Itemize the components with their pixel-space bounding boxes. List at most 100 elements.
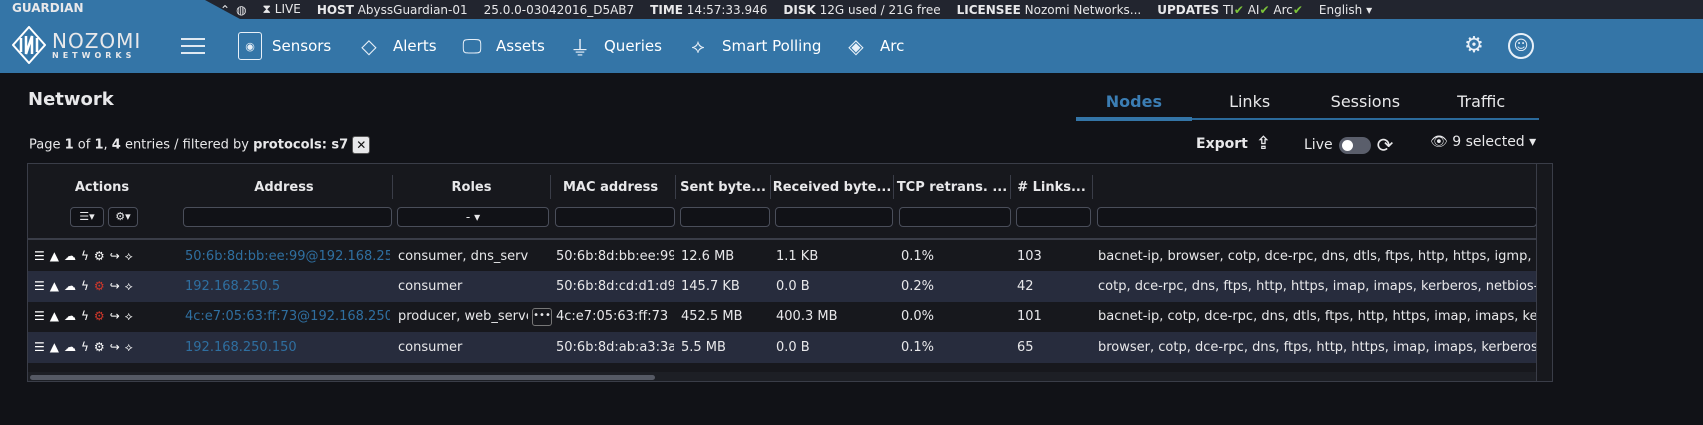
collapse-icon[interactable]: ⌃ bbox=[220, 3, 230, 17]
cloud-icon[interactable]: ☁ bbox=[64, 309, 76, 324]
table-row[interactable]: ☰▲☁ϟ⚙↪⟡ 50:6b:8d:bb:ee:99@192.168.250.0 … bbox=[28, 241, 1536, 272]
actions-settings-button[interactable]: ⚙▾ bbox=[108, 207, 138, 227]
address-link[interactable]: 192.168.250.150 bbox=[185, 340, 390, 355]
alert-icon[interactable]: ▲ bbox=[50, 249, 59, 264]
details-icon[interactable]: ☰ bbox=[34, 249, 45, 264]
clear-filter-button[interactable]: ✕ bbox=[352, 136, 371, 154]
gear-icon[interactable]: ⚙ bbox=[94, 279, 105, 294]
col-roles[interactable]: Roles bbox=[393, 175, 551, 199]
col-tcp[interactable]: TCP retrans. ... bbox=[894, 175, 1011, 199]
nav-smart-polling[interactable]: ⟡ Smart Polling bbox=[684, 31, 821, 61]
address-link[interactable]: 50:6b:8d:bb:ee:99@192.168.250.0 bbox=[185, 249, 390, 264]
tab-traffic[interactable]: Traffic bbox=[1423, 84, 1539, 118]
cloud-icon[interactable]: ☁ bbox=[64, 249, 76, 264]
tcp-cell: 0.0% bbox=[901, 309, 935, 324]
nav-sensors[interactable]: ◉ Sensors bbox=[238, 31, 331, 61]
row-actions: ☰ ▲ ☁ ϟ ⚙ ↪ ⟡ bbox=[34, 340, 133, 355]
links-cell: 42 bbox=[1017, 279, 1034, 294]
protocols-cell: bacnet-ip, cotp, dce-rpc, dns, dtls, ftp… bbox=[1098, 309, 1536, 324]
address-link[interactable]: 192.168.250.5 bbox=[185, 279, 390, 294]
links-cell: 65 bbox=[1017, 340, 1034, 355]
details-icon[interactable]: ☰ bbox=[34, 309, 45, 324]
cloud-icon[interactable]: ☁ bbox=[64, 279, 76, 294]
logo[interactable]: NOZOMI NETWORKS bbox=[12, 26, 141, 64]
roles-cell: consumer bbox=[398, 279, 463, 294]
address-filter-input[interactable] bbox=[183, 207, 392, 227]
smart-polling-icon[interactable]: ⟡ bbox=[125, 309, 133, 324]
more-roles-button[interactable]: ••• bbox=[532, 307, 552, 326]
lightning-icon[interactable]: ϟ bbox=[81, 340, 89, 355]
col-address[interactable]: Address bbox=[176, 175, 393, 199]
received-filter-input[interactable] bbox=[775, 207, 893, 227]
disk-info: DISK 12G used / 21G free bbox=[783, 2, 941, 17]
tab-nodes[interactable]: Nodes bbox=[1076, 84, 1192, 121]
share-icon[interactable]: ↪ bbox=[110, 279, 120, 294]
table-row[interactable]: ☰ ▲ ☁ ϟ ⚙ ↪ ⟡ 4c:e7:05:63:ff:73@192.168.250.0 … bbox=[28, 301, 1536, 332]
main-nav: NOZOMI NETWORKS ◉ Sensors ◇ Alerts 🖵 Assets … bbox=[0, 19, 1703, 73]
roles-cell: consumer bbox=[398, 340, 463, 355]
tcp-filter-input[interactable] bbox=[899, 207, 1011, 227]
mac-filter-input[interactable] bbox=[555, 207, 675, 227]
vertical-scrollbar[interactable] bbox=[1536, 164, 1552, 381]
check-icon: ✔ bbox=[1259, 2, 1270, 17]
lightning-icon[interactable]: ϟ bbox=[81, 309, 89, 324]
table-row[interactable]: ☰ ▲ ☁ ϟ ⚙ ↪ ⟡ 192.168.250.5 consumer 50:6b:8d:… bbox=[28, 271, 1536, 302]
col-sent[interactable]: Sent byte... bbox=[676, 175, 771, 199]
details-icon[interactable]: ☰ bbox=[34, 279, 45, 294]
mac-cell: 50:6b:8d:ab:a3:3a bbox=[556, 340, 674, 355]
horizontal-scrollbar[interactable] bbox=[28, 372, 1536, 381]
refresh-icon[interactable]: ⟳ bbox=[1377, 133, 1394, 157]
details-icon[interactable]: ☰ bbox=[34, 340, 45, 355]
share-icon[interactable]: ↪ bbox=[110, 309, 120, 324]
alert-icon[interactable]: ▲ bbox=[50, 340, 59, 355]
top-status-bar: GUARDIAN ⌃ ◍ ⧗ LIVE HOST AbyssGuardian-0… bbox=[0, 0, 1703, 19]
col-mac[interactable]: MAC address bbox=[551, 175, 676, 199]
settings-icon[interactable]: ⚙ bbox=[1461, 33, 1487, 59]
alert-icon[interactable]: ▲ bbox=[50, 309, 59, 324]
scrollbar-thumb[interactable] bbox=[30, 375, 655, 380]
protocols-filter-input[interactable] bbox=[1097, 207, 1537, 227]
roles-cell: consumer, dns_server bbox=[398, 249, 528, 264]
actions-filter-button[interactable]: ☰▾ bbox=[70, 207, 104, 227]
gear-icon[interactable]: ⚙ bbox=[94, 249, 105, 264]
menu-icon[interactable] bbox=[181, 38, 205, 54]
lightning-icon[interactable]: ϟ bbox=[81, 279, 89, 294]
gear-icon[interactable]: ⚙ bbox=[94, 340, 105, 355]
sent-cell: 452.5 MB bbox=[681, 309, 743, 324]
tcp-cell: 0.1% bbox=[901, 340, 935, 355]
gear-icon[interactable]: ⚙ bbox=[94, 309, 105, 324]
col-actions: Actions bbox=[74, 179, 130, 195]
logo-text: NOZOMI bbox=[52, 28, 142, 53]
address-link[interactable]: 4c:e7:05:63:ff:73@192.168.250.0 bbox=[185, 309, 390, 324]
share-icon[interactable]: ↪ bbox=[110, 340, 120, 355]
nozomi-logo-icon bbox=[12, 26, 46, 64]
row-actions: ☰ ▲ ☁ ϟ ⚙ ↪ ⟡ bbox=[34, 309, 133, 324]
live-toggle[interactable] bbox=[1338, 136, 1371, 154]
sent-filter-input[interactable] bbox=[680, 207, 770, 227]
alert-icon[interactable]: ▲ bbox=[50, 279, 59, 294]
sent-cell: 12.6 MB bbox=[681, 249, 735, 264]
table-row[interactable]: ☰ ▲ ☁ ϟ ⚙ ↪ ⟡ 192.168.250.150 consumer 50:6b:8… bbox=[28, 332, 1536, 363]
smart-polling-icon[interactable]: ⟡ bbox=[125, 340, 133, 355]
col-received[interactable]: Received byte... bbox=[771, 175, 894, 199]
roles-cell: producer, web_serve bbox=[398, 309, 528, 324]
smart-polling-icon[interactable]: ⟡ bbox=[125, 249, 133, 264]
lightning-icon[interactable]: ϟ bbox=[81, 249, 89, 264]
export-button[interactable]: Export ⇪ bbox=[1196, 133, 1271, 154]
columns-selector[interactable]: 👁 9 selected ▾ bbox=[1430, 134, 1536, 150]
tab-links[interactable]: Links bbox=[1192, 84, 1308, 118]
cloud-icon[interactable]: ☁ bbox=[64, 340, 76, 355]
nav-arc[interactable]: ◈ Arc bbox=[842, 31, 904, 61]
col-links[interactable]: # Links... bbox=[1011, 175, 1093, 199]
links-filter-input[interactable] bbox=[1016, 207, 1091, 227]
nav-alerts[interactable]: ◇ Alerts bbox=[355, 31, 436, 61]
nav-queries[interactable]: ⏚ Queries bbox=[566, 31, 662, 61]
user-icon[interactable]: ☺ bbox=[1508, 33, 1534, 59]
language-select[interactable]: English ▾ bbox=[1319, 3, 1372, 17]
smart-polling-icon[interactable]: ⟡ bbox=[125, 279, 133, 294]
nav-assets[interactable]: 🖵 Assets bbox=[458, 31, 544, 61]
tab-sessions[interactable]: Sessions bbox=[1308, 84, 1424, 118]
roles-filter-select[interactable]: - ▾ bbox=[397, 207, 549, 227]
hide-icon[interactable]: ◍ bbox=[236, 3, 246, 17]
share-icon[interactable]: ↪ bbox=[110, 249, 120, 264]
